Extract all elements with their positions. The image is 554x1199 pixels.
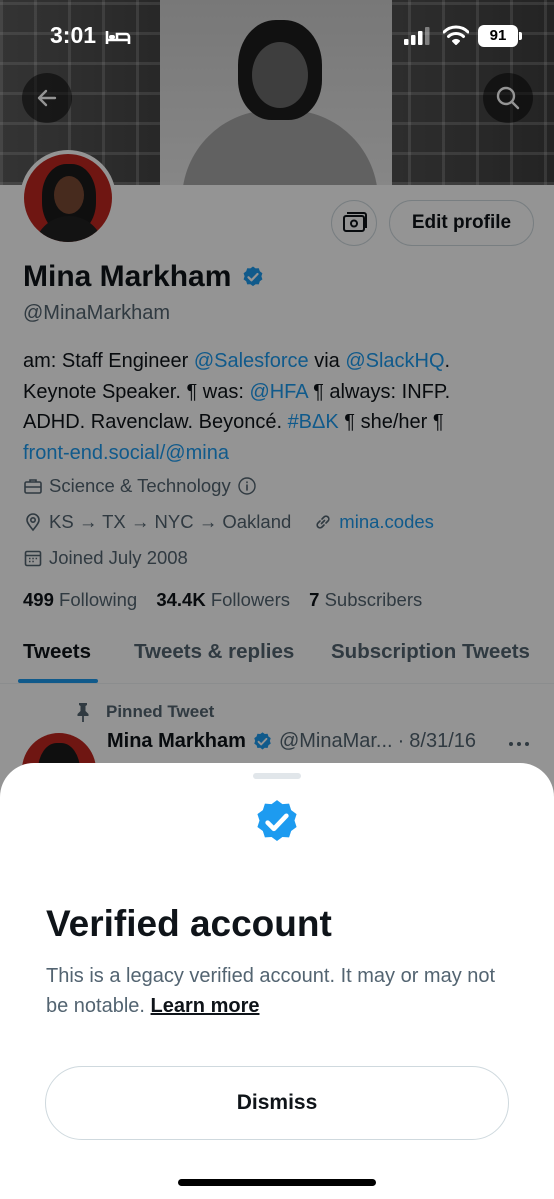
sheet-drag-handle[interactable] xyxy=(253,773,301,779)
sleep-focus-icon xyxy=(105,31,131,44)
battery-tip xyxy=(519,32,522,40)
cellular-signal-icon xyxy=(404,27,430,45)
dismiss-button[interactable]: Dismiss xyxy=(45,1066,509,1140)
sheet-title: Verified account xyxy=(46,903,332,944)
status-time: 3:01 xyxy=(50,22,97,48)
screen: Edit profile Mina Markham @MinaMarkham a… xyxy=(0,0,554,1199)
battery-indicator: 91 xyxy=(478,25,518,47)
learn-more-link[interactable]: Learn more xyxy=(151,995,260,1017)
home-indicator[interactable] xyxy=(178,1179,376,1186)
verified-account-sheet: Verified account This is a legacy verifi… xyxy=(0,763,554,1199)
verified-badge-icon xyxy=(257,800,297,841)
wifi-icon xyxy=(443,25,469,45)
status-bar: 3:01 91 xyxy=(0,0,554,72)
sheet-description: This is a legacy verified account. It ma… xyxy=(46,965,496,1017)
